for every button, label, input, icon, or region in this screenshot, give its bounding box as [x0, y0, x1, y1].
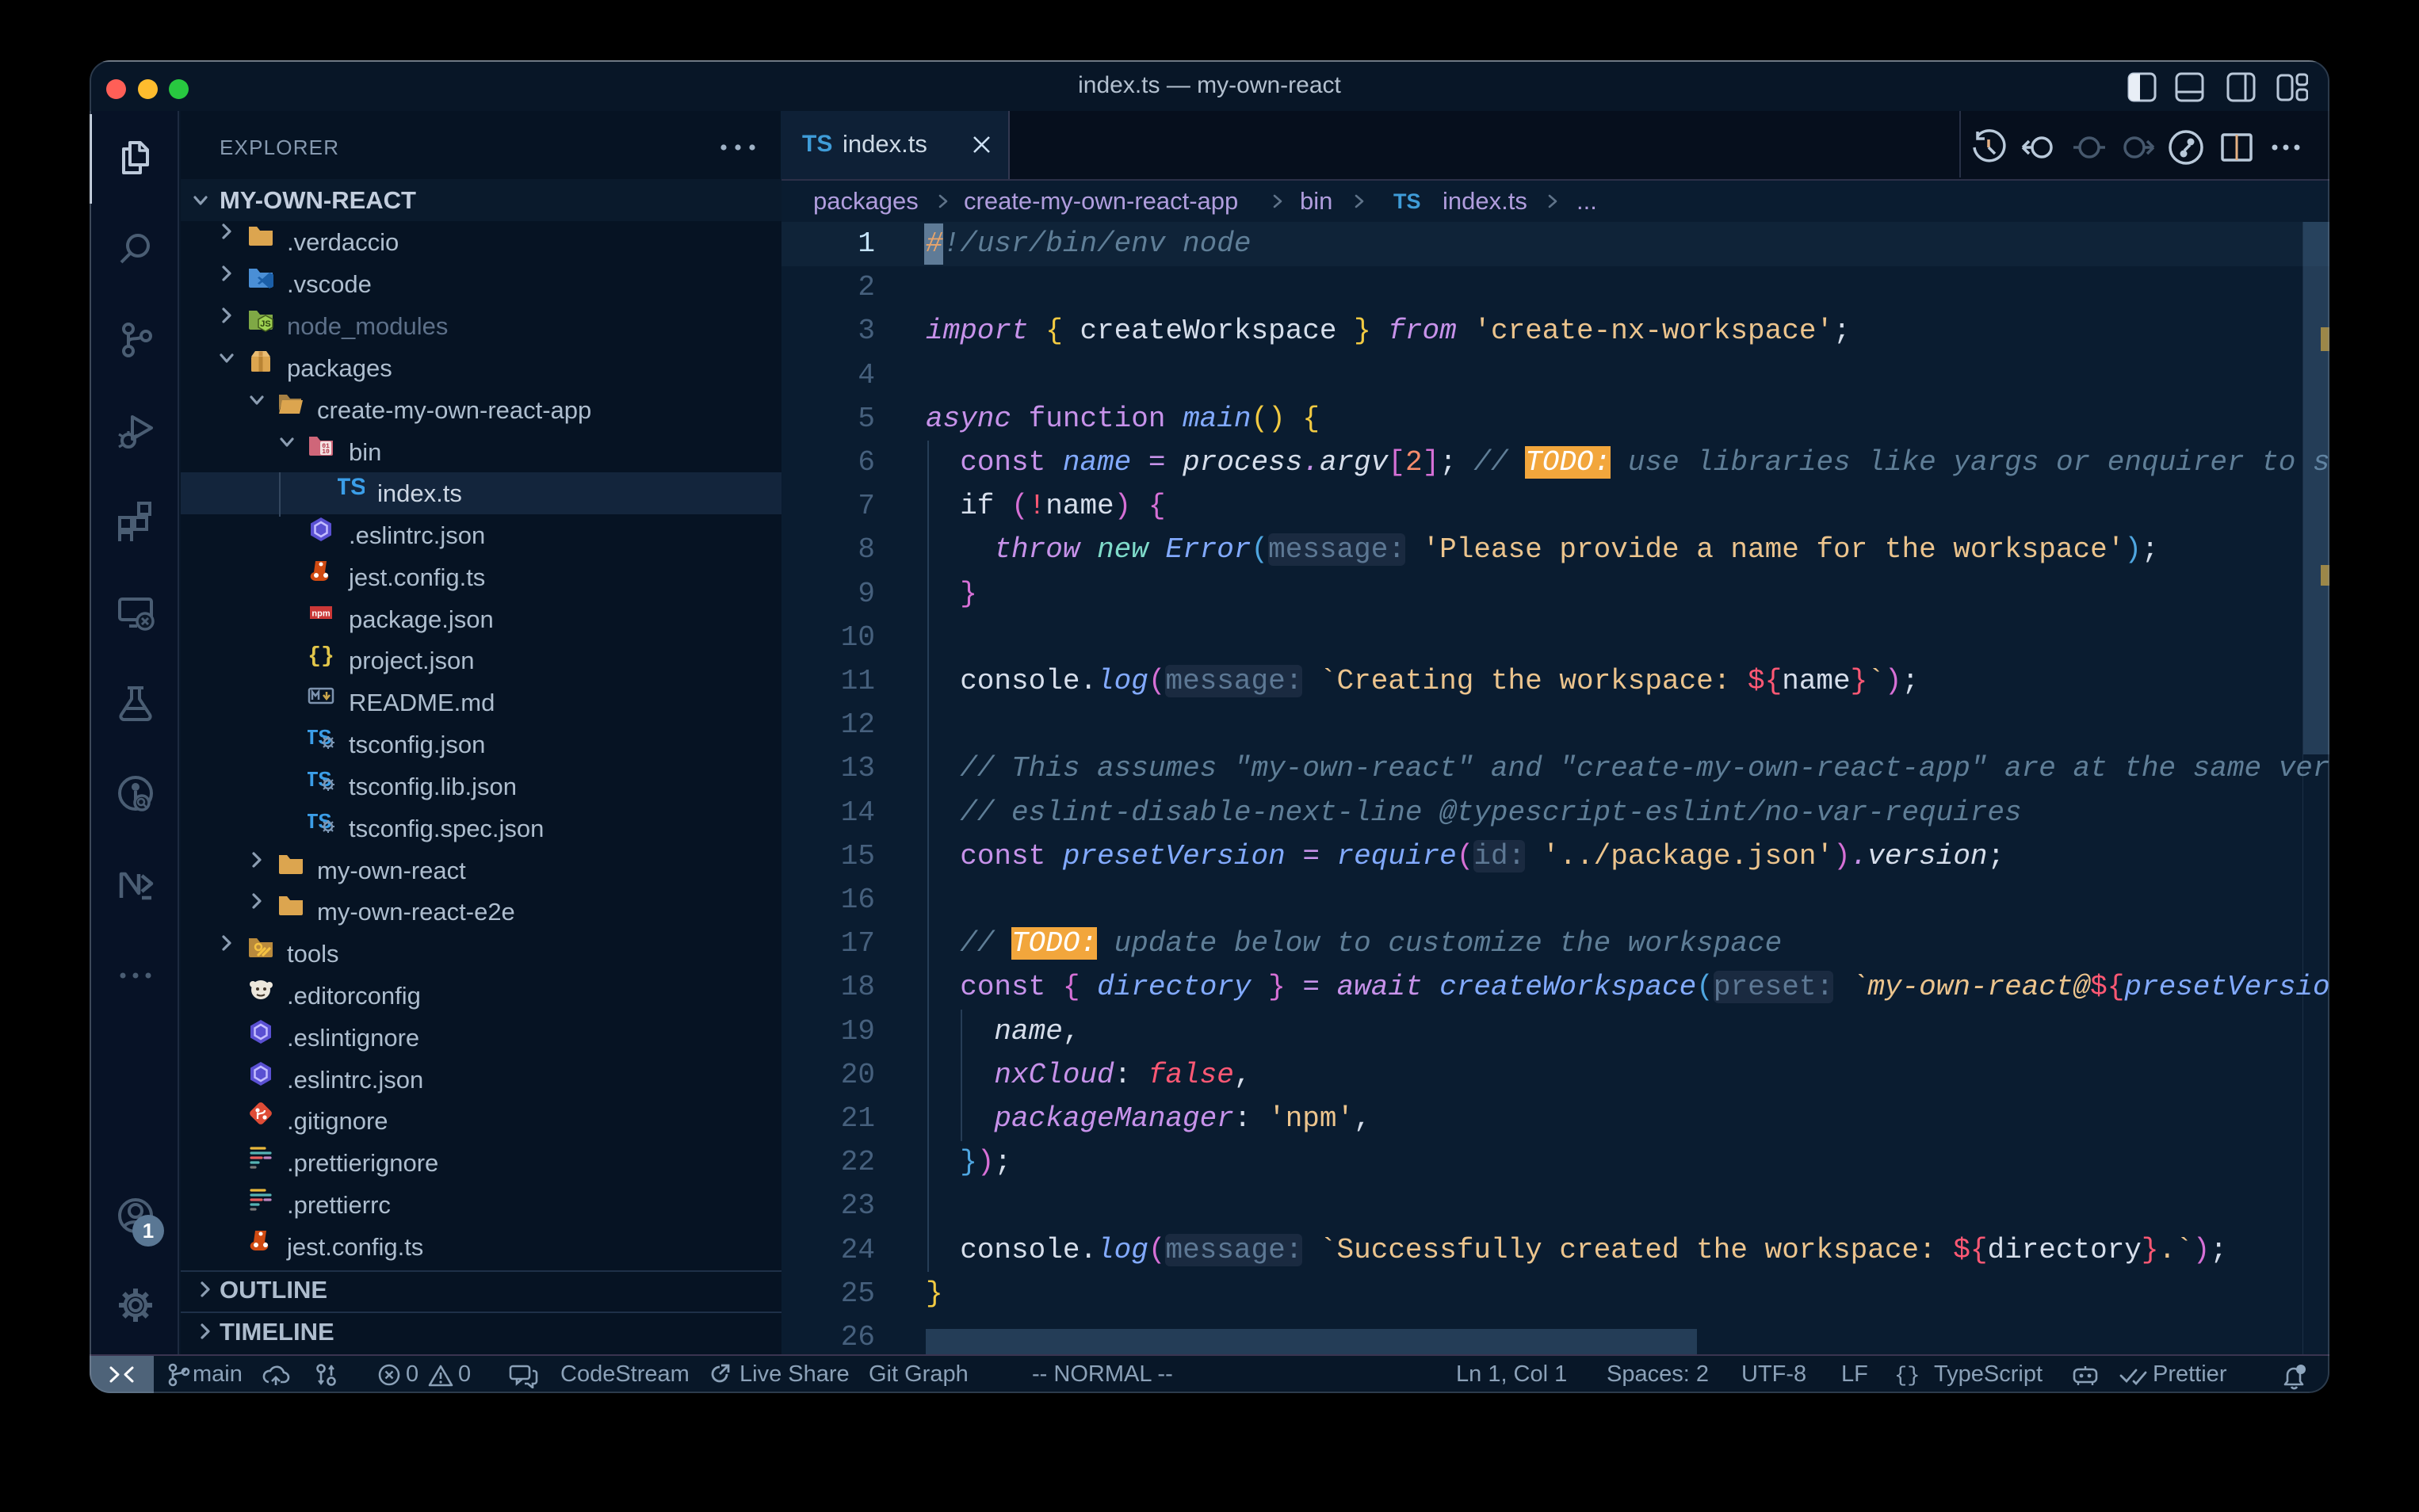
svg-text:10: 10 — [322, 449, 330, 456]
svg-text:TS: TS — [338, 474, 365, 499]
svg-text:npm: npm — [311, 609, 330, 619]
svg-text:{}: {} — [308, 644, 334, 666]
svg-text:JS: JS — [260, 319, 270, 329]
